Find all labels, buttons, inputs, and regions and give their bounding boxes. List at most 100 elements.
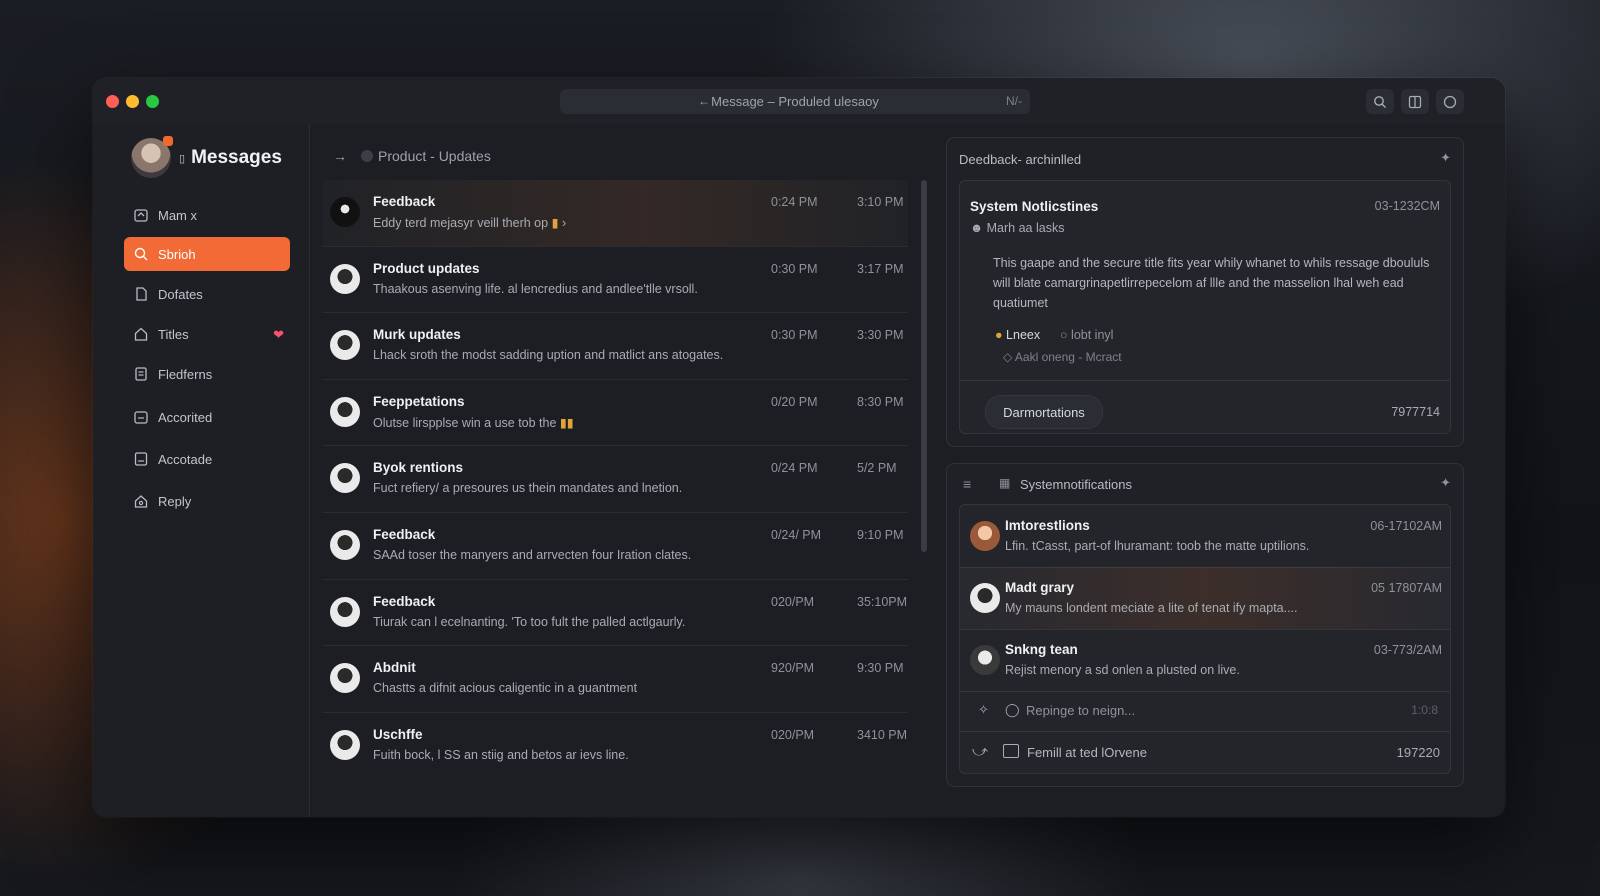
- heart-icon: ❤: [273, 327, 284, 342]
- list-item[interactable]: Byok rentions Fuct refiery/ a presoures …: [323, 446, 908, 513]
- reply-input[interactable]: Repinge to neign...: [1026, 703, 1135, 718]
- message-list: Feedback Eddy terd mejasyr veill therh o…: [323, 180, 908, 778]
- avatar: [330, 663, 360, 694]
- notification-title: Imtorestlions: [1005, 518, 1090, 533]
- list-item[interactable]: Madt grary My mauns londent meciate a li…: [960, 567, 1450, 630]
- sidebar-brand: ▯ Messages: [131, 136, 282, 178]
- sidebar-item-accorited[interactable]: Accorited: [124, 400, 290, 434]
- message-time: 920/PM: [771, 661, 815, 676]
- message-time: 0/24 PM: [771, 461, 818, 476]
- close-window-button[interactable]: [106, 95, 119, 108]
- layout-button[interactable]: [1401, 89, 1429, 114]
- list-item[interactable]: Product updates Thaakous asenving life. …: [323, 247, 908, 314]
- message-time: 0:30 PM: [771, 261, 818, 276]
- list-item[interactable]: Snkng tean Rejist menory a sd onlen a pl…: [960, 629, 1450, 692]
- card-header: Deedback- archinlled: [959, 152, 1082, 167]
- notification-time: 05 17807AM: [1371, 581, 1442, 595]
- file-icon: [1003, 744, 1019, 758]
- list-item[interactable]: Murk updates Lhack sroth the modst saddi…: [323, 313, 908, 380]
- list-item[interactable]: Uschffe Fuith bock, l SS an stiig and be…: [323, 713, 908, 779]
- avatar: [330, 729, 360, 760]
- message-time: 0/24/ PM: [771, 527, 822, 542]
- message-title: Product updates: [373, 260, 480, 276]
- message-preview: Tiurak can l ecelnanting. 'To too fult t…: [373, 614, 686, 629]
- home-icon: [132, 325, 150, 343]
- search-icon: [1374, 95, 1386, 108]
- system-notifications-card: ≡ ▦ Systemnotifications ✦ Imtorestlions …: [946, 463, 1464, 787]
- message-time-secondary: 8:30 PM: [857, 394, 904, 409]
- minimize-window-button[interactable]: [126, 95, 139, 108]
- message-title: Uschffe: [373, 726, 423, 742]
- message-title: Byok rentions: [373, 460, 464, 476]
- list-item[interactable]: Feedback Eddy terd mejasyr veill therh o…: [323, 180, 908, 247]
- sidebar-item-titles[interactable]: Titles ❤: [124, 317, 290, 351]
- address-bar[interactable]: ← Message – Produled ulesaoy N/-: [560, 89, 1030, 114]
- message-preview: Lhack sroth the modst sadding uption and…: [373, 348, 724, 363]
- notification-title: Snkng tean: [1005, 642, 1078, 657]
- list-item[interactable]: Abdnit Chastts a difnit acious caligenti…: [323, 646, 908, 713]
- pin-icon[interactable]: ✦: [1440, 475, 1451, 491]
- message-preview: SAAd toser the manyers and arrvecten fou…: [373, 547, 692, 562]
- breadcrumb: → Product - Updates: [333, 148, 491, 164]
- message-time: 020/PM: [771, 727, 815, 742]
- feedback-archived-card: Deedback- archinlled ✦ System Notlicstin…: [946, 137, 1464, 447]
- sidebar-item-mamx[interactable]: Mam x: [124, 198, 290, 232]
- sidebar-item-label: Mam x: [158, 207, 197, 223]
- notification-preview: Lfin. tCasst, part-of lhuramant: toob th…: [1005, 539, 1310, 553]
- list-item[interactable]: Feedback Tiurak can l ecelnanting. 'To t…: [323, 580, 908, 647]
- scrollbar[interactable]: [921, 180, 927, 552]
- title-bar: ← Message – Produled ulesaoy N/-: [93, 78, 1505, 124]
- tag-chip[interactable]: ● Lneex: [995, 328, 1040, 342]
- menu-icon[interactable]: ≡: [963, 476, 971, 492]
- message-preview: Olutse lirspplse win a use tob the ▮▮: [373, 415, 574, 430]
- arrow-right-icon[interactable]: →: [333, 148, 347, 164]
- sidebar-item-label: Accorited: [158, 409, 213, 425]
- back-arrow-icon[interactable]: ←: [698, 94, 710, 108]
- paperclip-icon[interactable]: ⤻: [972, 743, 988, 760]
- darmortations-button[interactable]: Darmortations: [985, 395, 1103, 429]
- message-time: 0:30 PM: [771, 328, 818, 343]
- message-time-secondary: 3:10 PM: [857, 195, 904, 209]
- sidebar-item-fledferns[interactable]: Fledferns: [124, 357, 290, 391]
- channel-icon: [361, 150, 373, 162]
- document-icon: [132, 450, 150, 468]
- maximize-window-button[interactable]: [146, 95, 159, 108]
- sidebar-item-reply[interactable]: Reply: [124, 484, 290, 518]
- search-icon: [132, 245, 150, 263]
- sidebar-item-search[interactable]: Sbrioh: [124, 237, 290, 271]
- pin-icon[interactable]: ✦: [1440, 150, 1451, 166]
- magic-icon[interactable]: ✧: [978, 702, 989, 718]
- list-item[interactable]: Feeppetations Olutse lirspplse win a use…: [323, 380, 908, 447]
- message-title: Feedback: [373, 593, 436, 609]
- tag-chip[interactable]: ○ lobt inyl: [1060, 328, 1113, 342]
- sidebar-item-dofates[interactable]: Dofates: [124, 277, 290, 311]
- flame-icon: ●: [995, 328, 1003, 342]
- attachment-row: ⤻ Femill at ted lOrvene 197220: [960, 731, 1450, 774]
- list-item[interactable]: Imtorestlions Lfin. tCasst, part-of lhur…: [960, 505, 1450, 568]
- avatar[interactable]: [131, 136, 173, 178]
- message-time: 0:24 PM: [771, 195, 818, 209]
- attachment-name[interactable]: Femill at ted lOrvene: [1027, 745, 1147, 760]
- sidebar-item-label: Titles: [158, 326, 189, 342]
- sidebar-item-label: Reply: [158, 493, 192, 509]
- attachment-count: 197220: [1396, 745, 1440, 760]
- notification-preview: Rejist menory a sd onlen a plusted on li…: [1005, 663, 1240, 677]
- sidebar: ▯ Messages Mam x Sbrioh Dofates Titles ❤…: [93, 124, 310, 817]
- message-time-secondary: 3410 PM: [857, 727, 908, 742]
- message-time-secondary: 3:17 PM: [857, 261, 904, 276]
- app-title: Messages: [191, 147, 282, 168]
- message-preview: Fuith bock, l SS an stiig and betos ar i…: [373, 747, 629, 762]
- reply-icon: [132, 492, 150, 510]
- tag-note: ◇ Aakl oneng - Mcract: [1003, 350, 1122, 364]
- status-button[interactable]: [1436, 89, 1464, 114]
- avatar: [330, 197, 360, 227]
- search-button[interactable]: [1366, 89, 1394, 114]
- sidebar-item-label: Fledferns: [158, 366, 213, 382]
- folder-icon: [132, 408, 150, 426]
- list-item[interactable]: Feedback SAAd toser the manyers and arrv…: [323, 513, 908, 580]
- address-tail: N/-: [1006, 94, 1022, 108]
- message-title: Feedback: [373, 194, 436, 209]
- avatar: [330, 330, 360, 361]
- list-icon: [132, 365, 150, 383]
- sidebar-item-accotade[interactable]: Accotade: [124, 442, 290, 476]
